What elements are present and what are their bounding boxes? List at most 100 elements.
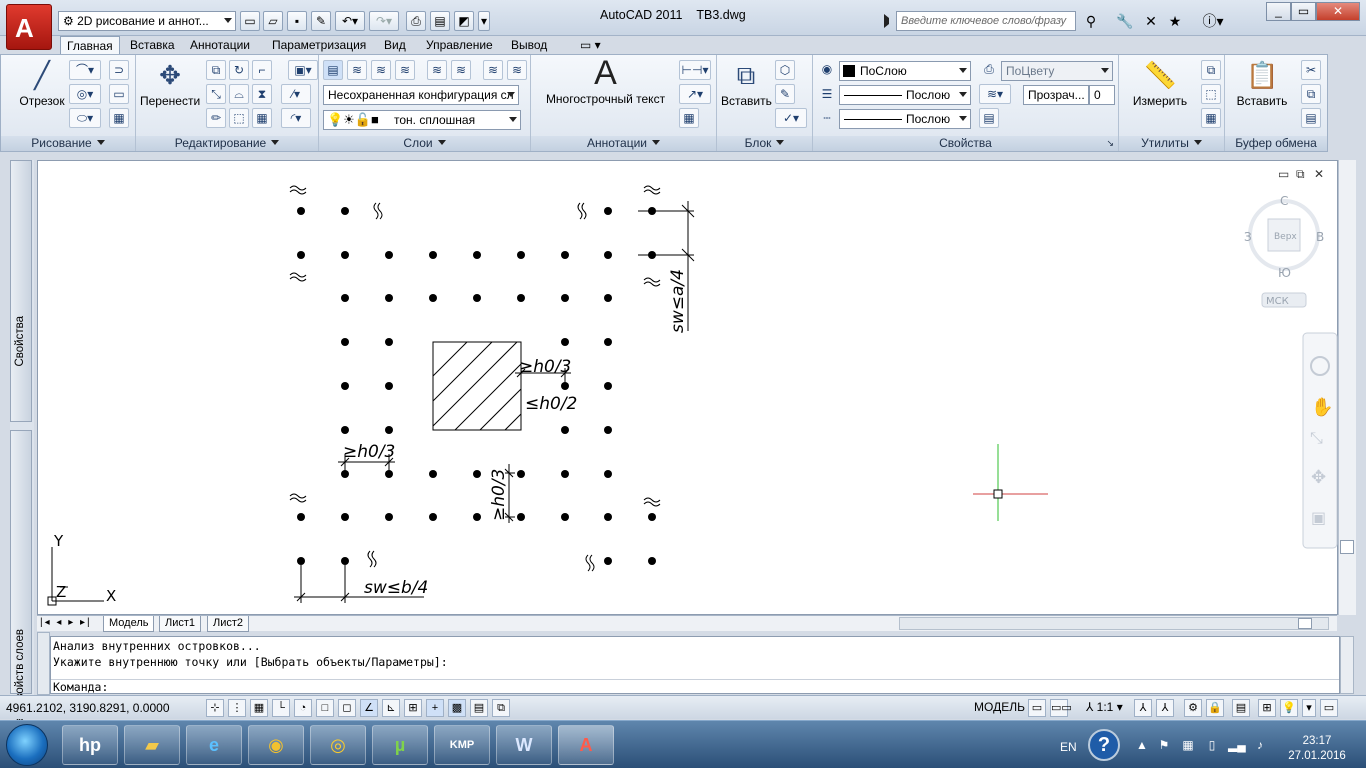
taskbar-ie-icon[interactable]: e (186, 725, 242, 765)
edit-block-icon[interactable]: ✎ (775, 84, 795, 104)
match-properties-icon[interactable]: ▤ (979, 108, 999, 128)
quick-view-layouts-icon[interactable]: ▭ (1028, 699, 1046, 717)
copy-icon[interactable]: ⧉ (206, 60, 226, 80)
viewport-restore-icon[interactable]: ⧉ (1296, 167, 1305, 181)
quick-select-icon[interactable]: ⧉ (1201, 60, 1221, 80)
lineweight-dropdown[interactable]: Послою (839, 85, 971, 105)
trim-icon[interactable]: ⌐ (252, 60, 272, 80)
lock-icon[interactable]: 🔒 (1206, 699, 1224, 717)
lineweight-toggle-icon[interactable]: + (426, 699, 444, 717)
taskbar-word-icon[interactable]: W (496, 725, 552, 765)
command-line[interactable]: Анализ внутренних островков... Укажите в… (50, 636, 1340, 694)
redo-icon[interactable]: ↷▾ (369, 11, 399, 31)
ucs-dynamic-icon[interactable]: ⊾ (382, 699, 400, 717)
maximize-button[interactable]: ▭ (1291, 2, 1316, 21)
ellipse-icon[interactable]: ⬭▾ (69, 108, 101, 128)
tray-app-icon[interactable]: ▦ (1180, 737, 1196, 753)
viewport-minimize-icon[interactable]: ▭ (1278, 167, 1289, 181)
workspace-switching-icon[interactable]: ⚙ (1184, 699, 1202, 717)
tab-manage[interactable]: Управление (420, 36, 499, 54)
help-icon[interactable]: ⓘ▾ (1198, 11, 1228, 31)
linetype-icon[interactable]: ┄ (817, 109, 837, 129)
select-all-icon[interactable]: ⬚ (1201, 84, 1221, 104)
line-button[interactable]: ╱ Отрезок (17, 59, 67, 108)
tab-home[interactable]: Главная (60, 36, 120, 54)
stretch-icon[interactable]: ⤡ (206, 84, 226, 104)
snap-mode-icon[interactable]: ⋮ (228, 699, 246, 717)
tab-annotate[interactable]: Аннотации (184, 36, 256, 54)
linetype-dropdown[interactable]: Послою (839, 109, 971, 129)
model-space-indicator[interactable]: МОДЕЛЬ (974, 700, 1025, 714)
favorites-star-icon[interactable]: ★ (1164, 11, 1186, 31)
layer-properties-icon[interactable]: ▤ (323, 60, 343, 80)
quick-access-menu-icon[interactable]: ▾ (478, 11, 490, 31)
layer-isolate-icon[interactable]: ≋ (427, 60, 447, 80)
minimize-button[interactable]: _ (1266, 2, 1291, 21)
quick-view-drawings-icon[interactable]: ▭▭ (1050, 699, 1072, 717)
layer-off-icon[interactable]: ≋ (507, 60, 527, 80)
transparency-label[interactable]: Прозрач... (1023, 85, 1089, 105)
horizontal-scrollbar[interactable] (899, 617, 1329, 630)
layer-unisolate-icon[interactable]: ≋ (451, 60, 471, 80)
viewcube-top-face[interactable]: Верх (1274, 232, 1297, 242)
table-icon[interactable]: ▦ (679, 108, 699, 128)
linear-dimension-icon[interactable]: ⊢⊣▾ (679, 60, 711, 80)
object-snap-icon[interactable]: □ (316, 699, 334, 717)
mirror-icon[interactable]: ⧗ (252, 84, 272, 104)
panel-launcher-icon[interactable]: ↘ (1106, 136, 1114, 151)
tray-expand-icon[interactable]: ▲ (1134, 737, 1150, 753)
tab-view[interactable]: Вид (378, 36, 412, 54)
annotation-scale[interactable]: ⅄ 1:1 ▾ (1086, 700, 1123, 714)
lineweight-icon[interactable]: ☰ (817, 85, 837, 105)
command-scrollbar[interactable] (1340, 636, 1354, 694)
auto-scale-icon[interactable]: ⅄ (1156, 699, 1174, 717)
tab-output[interactable]: Вывод (505, 36, 553, 54)
hardware-acceleration-icon[interactable]: ▤ (1232, 699, 1250, 717)
status-bulb-icon[interactable]: 💡 (1280, 699, 1298, 717)
tray-device-icon[interactable]: ▯ (1204, 737, 1220, 753)
panel-properties-title[interactable]: Свойства ↘ (813, 136, 1118, 151)
publish-icon[interactable]: ▤ (430, 11, 450, 31)
plot-style-icon[interactable]: ⎙ (979, 60, 999, 80)
orbit-icon[interactable]: ✥ (1311, 467, 1326, 488)
polar-tracking-icon[interactable]: ◔ (294, 699, 312, 717)
rectangle-icon[interactable]: ▭ (109, 84, 129, 104)
panel-layers-title[interactable]: Слои (319, 136, 530, 151)
layer-previous-icon[interactable]: ≋ (395, 60, 415, 80)
quick-properties-icon[interactable]: ▤ (470, 699, 488, 717)
taskbar-kmp-icon[interactable]: KMP (434, 725, 490, 765)
selection-cycling-icon[interactable]: ⧉ (492, 699, 510, 717)
scale-icon[interactable]: ✏ (206, 108, 226, 128)
workspace-selector[interactable]: ⚙ 2D рисование и аннот... (58, 11, 236, 31)
language-indicator[interactable]: EN (1060, 740, 1077, 754)
ucs-menu[interactable]: МСК (1266, 296, 1289, 307)
zoom-icon[interactable]: ⤡ (1310, 428, 1323, 447)
paste-button[interactable]: 📋 Вставить (1231, 59, 1293, 108)
tab-model[interactable]: Модель (103, 616, 155, 632)
search-expand-icon[interactable] (884, 14, 892, 28)
match-clip-icon[interactable]: ▤ (1301, 108, 1321, 128)
drawing-canvas[interactable]: sw≤a/4 ≥h0/3 ≤h0/2 ≥h0/3 ≥h0/3 sw≤b/4 Y … (37, 160, 1338, 615)
panel-block-title[interactable]: Блок (717, 136, 812, 151)
transparency-toggle-icon[interactable]: ▩ (448, 699, 466, 717)
list-icon[interactable]: ≋▾ (979, 84, 1011, 104)
taskbar-hp-icon[interactable]: hp (62, 725, 118, 765)
polyline-icon[interactable]: ⌒▾ (69, 60, 101, 80)
save-icon[interactable]: ▪ (287, 11, 307, 31)
chamfer-icon[interactable]: ◜▾ (281, 108, 311, 128)
system-clock[interactable]: 23:17 27.01.2016 (1282, 734, 1352, 764)
erase-icon[interactable]: ▣▾ (288, 60, 318, 80)
taskbar-utorrent-icon[interactable]: µ (372, 725, 428, 765)
network-signal-icon[interactable]: ▂▄ (1228, 737, 1246, 753)
save-as-icon[interactable]: ✎ (311, 11, 331, 31)
pan-hand-icon[interactable]: ✋ (1311, 396, 1333, 418)
print-icon[interactable]: ⎙ (406, 11, 426, 31)
color-wheel-icon[interactable]: ◉ (817, 60, 837, 80)
copy-clip-icon[interactable]: ⧉ (1301, 84, 1321, 104)
viewcube-south[interactable]: Ю (1278, 266, 1291, 280)
open-folder-icon[interactable]: ▱ (263, 11, 283, 31)
layer-state-icon[interactable]: ≋ (347, 60, 367, 80)
undo-icon[interactable]: ↶▾ (335, 11, 365, 31)
panel-annotation-title[interactable]: Аннотации (531, 136, 716, 151)
status-menu-icon[interactable]: ▾ (1302, 699, 1316, 717)
